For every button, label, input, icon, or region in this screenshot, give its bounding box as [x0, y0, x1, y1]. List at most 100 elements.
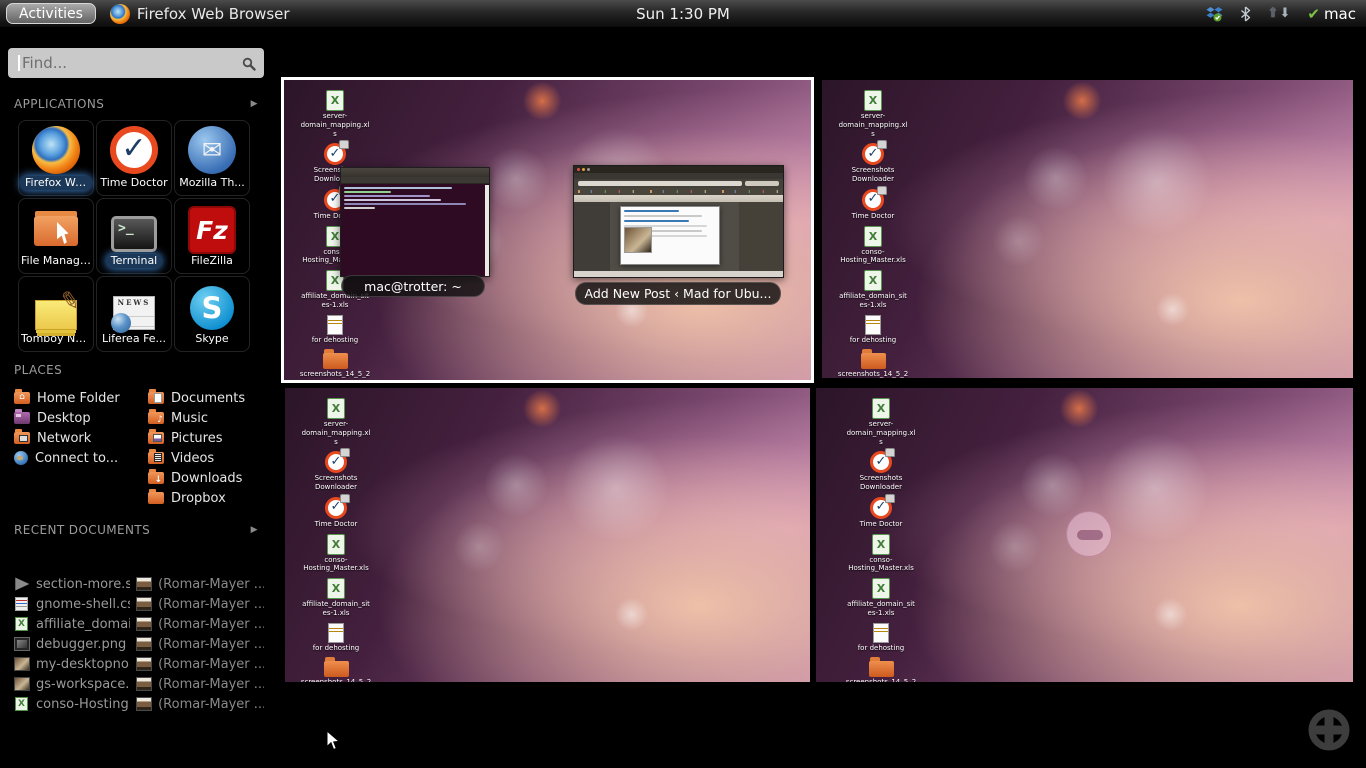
- place-item[interactable]: Dropbox: [148, 488, 245, 508]
- app-label: Liferea Fe...: [102, 332, 166, 346]
- applications-header[interactable]: APPLICATIONS ▶: [14, 97, 258, 111]
- add-workspace-button[interactable]: [1306, 707, 1352, 753]
- recent-doc-thumbnail: [136, 617, 152, 631]
- dropbox-icon[interactable]: [1206, 6, 1223, 22]
- recent-document-row[interactable]: affiliate_domai... (Romar-Mayer ...: [14, 614, 264, 634]
- place-item[interactable]: Network: [14, 428, 120, 448]
- app-label: Terminal: [107, 254, 162, 268]
- recent-doc-icon: [14, 637, 30, 651]
- desktop-icon-label: Screenshots Downloader: [845, 474, 917, 492]
- desktop-icon-glyph: [872, 398, 890, 419]
- place-icon: [148, 432, 164, 444]
- post-thumbnail: [624, 227, 652, 253]
- place-item[interactable]: Videos: [148, 448, 245, 468]
- focused-app-menu[interactable]: Firefox Web Browser: [110, 4, 290, 24]
- desktop-icon: affiliate_domain_sites-1.xls: [837, 270, 909, 310]
- desktop-icon-glyph: [325, 451, 347, 473]
- desktop-icon-glyph: [864, 90, 882, 111]
- place-label: Dropbox: [171, 491, 226, 506]
- app-launcher[interactable]: Skype: [174, 276, 250, 352]
- desktop-icon: for dehosting: [312, 315, 359, 345]
- place-icon: [14, 451, 28, 465]
- workspace-thumbnail-1-active[interactable]: server-domain_mapping.xls Screenshots Do…: [281, 77, 814, 383]
- desktop-icon-glyph: [870, 497, 892, 519]
- network-arrows-icon[interactable]: ⬆⬇: [1268, 7, 1291, 20]
- applications-header-label: APPLICATIONS: [14, 97, 104, 111]
- bluetooth-icon[interactable]: [1240, 6, 1251, 22]
- desktop-icon: Time Doctor: [852, 189, 895, 221]
- search-input[interactable]: [8, 48, 264, 78]
- recent-doc-icon: [15, 697, 28, 711]
- recent-doc-meta: (Romar-Mayer ...: [158, 697, 264, 712]
- desktop-icon-glyph: [323, 353, 348, 369]
- place-item[interactable]: Music: [148, 408, 245, 428]
- app-launcher[interactable]: FileZilla: [174, 198, 250, 274]
- desktop-icon-glyph: [327, 534, 345, 555]
- app-launcher[interactable]: File Manager: [18, 198, 94, 274]
- app-launcher[interactable]: Mozilla Th...: [174, 120, 250, 196]
- place-item[interactable]: Connect to...: [14, 448, 120, 468]
- place-item[interactable]: Pictures: [148, 428, 245, 448]
- workspace-thumbnail-4[interactable]: server-domain_mapping.xls Screenshots Do…: [816, 388, 1353, 682]
- desktop-icon-glyph: [326, 90, 344, 111]
- browser-window-thumbnail[interactable]: [573, 165, 784, 278]
- place-label: Home Folder: [37, 391, 120, 406]
- places-column-left: Home Folder Desktop Network Connect to..…: [14, 388, 120, 468]
- place-icon: [148, 392, 164, 404]
- workspace-thumbnail-2[interactable]: server-domain_mapping.xls Screenshots Do…: [822, 80, 1353, 378]
- place-icon: [14, 392, 30, 404]
- place-item[interactable]: Documents: [148, 388, 245, 408]
- desktop-icon-glyph: [328, 623, 344, 643]
- recent-document-row[interactable]: debugger.png (Romar-Mayer ...: [14, 634, 264, 654]
- recent-document-row[interactable]: my-desktopno... (Romar-Mayer ...: [14, 654, 264, 674]
- desktop-icon-label: server-domain_mapping.xls: [299, 112, 371, 138]
- place-item[interactable]: Downloads: [148, 468, 245, 488]
- app-label: Mozilla Th...: [179, 176, 245, 190]
- recent-document-row[interactable]: gs-workspace.... (Romar-Mayer ...: [14, 674, 264, 694]
- desktop-icon-glyph: [872, 578, 890, 599]
- recent-document-row[interactable]: conso-Hosting... (Romar-Mayer ...: [14, 694, 264, 714]
- desktop-wallpaper: server-domain_mapping.xls Screenshots Do…: [822, 80, 1353, 378]
- app-icon: [32, 126, 80, 174]
- browser-urlbar: [578, 181, 742, 186]
- app-icon: [111, 216, 157, 252]
- activities-button[interactable]: Activities: [6, 3, 96, 24]
- places-header: PLACES: [14, 363, 258, 377]
- search-box[interactable]: [8, 48, 264, 78]
- desktop-icon-label: conso-Hosting_Master.xls: [837, 248, 909, 266]
- desktop-icon: Screenshots Downloader: [300, 451, 372, 492]
- remove-workspace-icon[interactable]: [1066, 511, 1112, 557]
- place-item[interactable]: Home Folder: [14, 388, 120, 408]
- workspace-thumbnail-3[interactable]: server-domain_mapping.xls Screenshots Do…: [285, 388, 810, 682]
- app-icon: [190, 286, 234, 330]
- expand-arrow-icon[interactable]: ▶: [251, 525, 258, 535]
- app-launcher[interactable]: Terminal: [96, 198, 172, 274]
- terminal-window-thumbnail[interactable]: [340, 167, 490, 277]
- recent-document-row[interactable]: gnome-shell.css (Romar-Mayer ...: [14, 594, 264, 614]
- mouse-cursor: [326, 730, 340, 755]
- app-icon: [35, 300, 77, 330]
- app-label: Time Doctor: [100, 176, 167, 190]
- modal-dialog: [620, 206, 720, 265]
- place-item[interactable]: Desktop: [14, 408, 120, 428]
- desktop-icon-glyph: [870, 451, 892, 473]
- app-label: File Manager: [21, 254, 91, 268]
- desktop-icon: server-domain_mapping.xls: [299, 90, 371, 138]
- user-menu[interactable]: ✔ mac: [1307, 5, 1356, 23]
- app-launcher[interactable]: Firefox We...: [18, 120, 94, 196]
- app-launcher[interactable]: Liferea Fe...: [96, 276, 172, 352]
- desktop-icon-label: Screenshots Downloader: [837, 166, 909, 184]
- clock[interactable]: Sun 1:30 PM: [636, 5, 730, 23]
- app-launcher[interactable]: Time Doctor: [96, 120, 172, 196]
- recent-document-row[interactable]: section-more.s... (Romar-Mayer ...: [14, 574, 264, 594]
- expand-arrow-icon[interactable]: ▶: [251, 99, 258, 109]
- place-icon: [148, 492, 164, 504]
- desktop-icon-label: for dehosting: [850, 336, 897, 345]
- recent-documents-header[interactable]: RECENT DOCUMENTS ▶: [14, 523, 258, 537]
- desktop-icon-column: server-domain_mapping.xls Screenshots Do…: [844, 398, 918, 682]
- desktop-icon: for dehosting: [313, 623, 360, 653]
- desktop-icon-label: Time Doctor: [860, 520, 903, 529]
- desktop-icon-column: server-domain_mapping.xls Screenshots Do…: [836, 90, 910, 378]
- app-launcher[interactable]: Tomboy No...: [18, 276, 94, 352]
- browser-searchbar: [745, 181, 779, 186]
